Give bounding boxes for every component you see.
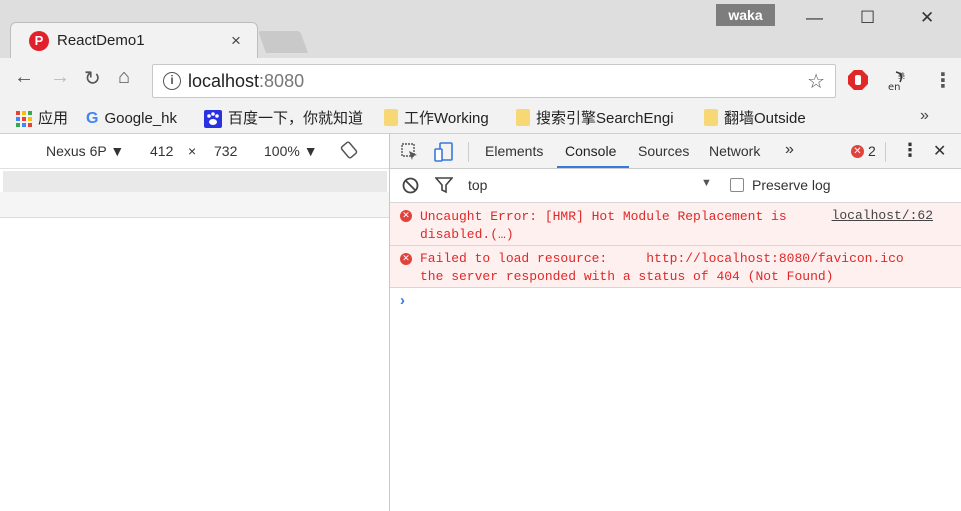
window-close-icon[interactable]: ✕ [920,8,934,28]
site-info-icon[interactable]: i [163,72,181,90]
apps-grid-icon [16,111,32,128]
back-icon[interactable]: ← [14,66,34,89]
console-prompt-icon[interactable]: › [400,292,405,309]
bookmark-label: 搜索引擎SearchEngi [536,110,674,127]
folder-icon [384,109,398,126]
device-width-input[interactable]: 412 [150,143,173,159]
bookmarks-overflow-icon[interactable]: » [920,107,929,125]
tab-close-icon[interactable]: × [231,31,241,51]
bookmark-folder-outside[interactable]: 翻墙Outside [704,108,806,130]
console-toolbar: top ▼ Preserve log [390,169,961,203]
tab-sources[interactable]: Sources [638,143,689,159]
bookmark-label: 百度一下，你就知道 [228,110,364,127]
tab-console[interactable]: Console [565,143,616,159]
bookmark-star-icon[interactable]: ☆ [807,69,825,94]
adblock-extension-icon[interactable] [848,70,868,90]
device-viewport-header [3,171,387,192]
device-toggle-icon[interactable] [434,142,454,162]
device-toolbar: Nexus 6P ▼ 412 × 732 100% ▼ [0,134,389,169]
more-tabs-icon[interactable]: » [785,141,794,159]
tab-favicon-icon: P [29,31,49,51]
message-line[interactable]: disabled.(…) [420,227,514,242]
chrome-menu-icon[interactable]: ⋮ [933,68,953,93]
message-source-link[interactable]: localhost/:62 [832,208,933,223]
clear-console-icon[interactable] [402,177,419,194]
preserve-log-label: Preserve log [752,177,831,193]
device-height-input[interactable]: 732 [214,143,237,159]
message-line: Uncaught Error: [HMR] Hot Module Replace… [420,209,787,224]
zoom-value: 100% [264,143,300,159]
bookmark-label: Google_hk [104,110,178,127]
device-name: Nexus 6P [46,143,107,159]
svg-text:en: en [888,82,901,92]
reload-icon[interactable]: ↻ [84,66,101,91]
url-host: localhost [188,71,260,91]
browser-tab[interactable]: P ReactDemo1 × [10,22,258,58]
rotate-icon[interactable] [340,141,358,159]
bookmark-label: 工作Working [404,110,489,127]
error-icon: ✕ [400,253,412,265]
device-select[interactable]: Nexus 6P ▼ [46,143,124,159]
devtools-close-icon[interactable]: ✕ [933,141,946,161]
active-tab-indicator [557,166,629,168]
devtools-tab-bar: Elements Console Sources Network » ✕ 2 ⋮… [390,134,961,169]
bookmark-label: 应用 [38,110,69,127]
message-line: Failed to load resource: http://localhos… [420,251,904,266]
url-port: :8080 [259,71,305,91]
bookmark-baidu[interactable]: 百度一下，你就知道 [204,108,363,130]
folder-icon [516,109,530,126]
tab-elements[interactable]: Elements [485,143,543,159]
minimize-icon[interactable]: — [806,8,823,28]
home-icon[interactable]: ⌂ [118,66,130,89]
browser-toolbar: ← → ↻ ⌂ i localhost:8080 ☆ en 美 ⋮ [0,58,961,104]
message-line: the server responded with a status of 40… [420,269,834,284]
error-count-icon[interactable]: ✕ [851,145,864,158]
bookmark-label: 翻墙Outside [724,110,806,127]
title-bar: P ReactDemo1 × waka — ☐ ✕ [0,0,961,58]
bookmark-folder-search[interactable]: 搜索引擎SearchEngi [516,108,674,130]
svg-text:美: 美 [898,71,905,80]
error-count[interactable]: 2 [868,143,876,159]
console-error-message: ✕ Failed to load resource: http://localh… [390,246,961,288]
dimension-times: × [188,143,197,159]
devtools-separator [468,142,469,162]
context-dropdown-icon[interactable]: ▼ [701,177,712,189]
address-bar[interactable]: i localhost:8080 ☆ [152,64,836,98]
tab-network[interactable]: Network [709,143,760,159]
inspect-element-icon[interactable] [401,143,419,161]
device-viewport-ruler [0,192,389,218]
context-select[interactable]: top [468,177,487,193]
google-g-icon: G [86,110,99,128]
baidu-paw-icon [204,110,222,129]
folder-icon [704,109,718,126]
url-text[interactable]: localhost:8080 [188,71,304,92]
maximize-icon[interactable]: ☐ [860,8,875,28]
translate-extension-icon[interactable]: en 美 [886,70,910,92]
new-tab-button[interactable] [257,31,309,53]
bookmark-folder-working[interactable]: 工作Working [384,108,489,130]
devtools-separator [885,142,886,162]
bookmark-google-hk[interactable]: G Google_hk [86,108,177,130]
preserve-log-checkbox[interactable] [730,178,744,192]
forward-icon[interactable]: → [50,66,70,89]
filter-icon[interactable] [435,177,453,194]
zoom-select[interactable]: 100% ▼ [264,143,318,159]
console-error-message: ✕ Uncaught Error: [HMR] Hot Module Repla… [390,203,961,246]
bookmarks-bar: 应用 G Google_hk 百度一下，你就知道 工作Working 搜索引擎Se… [0,104,961,134]
profile-badge[interactable]: waka [716,4,775,26]
devtools-menu-icon[interactable]: ⋮ [901,140,919,161]
tab-title: ReactDemo1 [57,32,145,49]
error-icon: ✕ [400,210,412,222]
bookmark-apps[interactable]: 应用 [16,108,68,130]
